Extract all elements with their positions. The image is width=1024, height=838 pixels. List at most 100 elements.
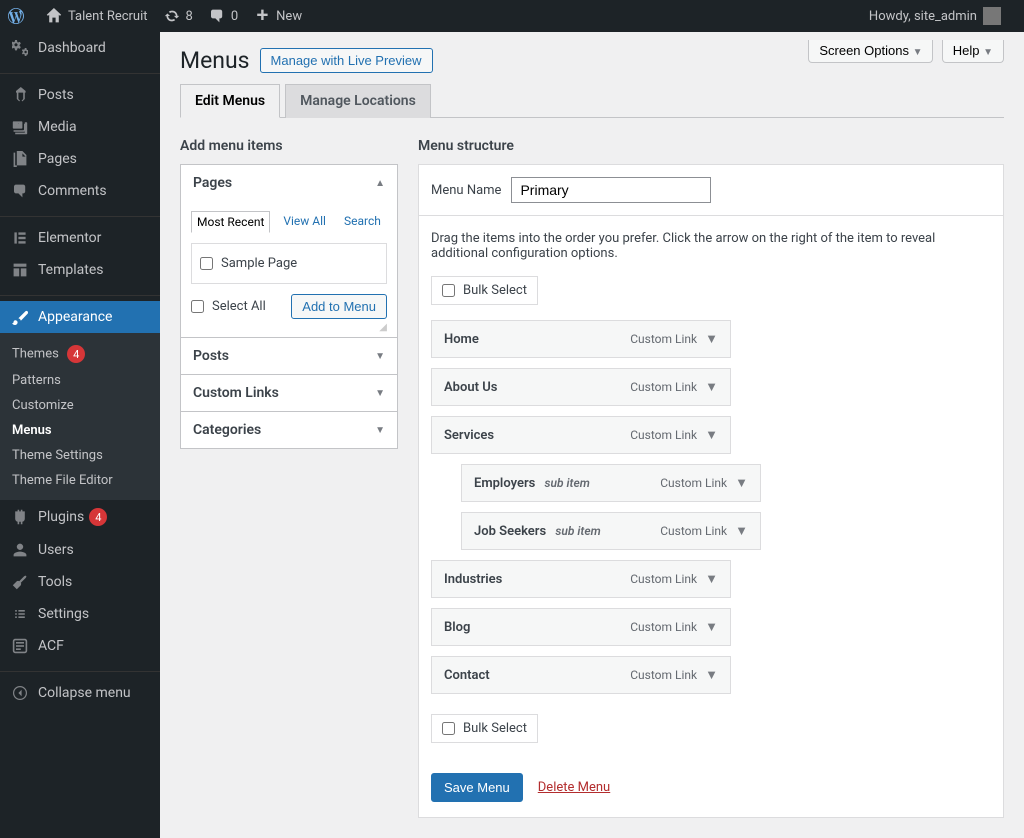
tab-manage-locations[interactable]: Manage Locations [285, 84, 431, 118]
menu-item-blog[interactable]: Blog Custom Link ▼ [431, 608, 731, 646]
main-content: Screen Options ▼ Help ▼ Menus Manage wit… [160, 32, 1024, 838]
menu-plugins[interactable]: Plugins 4 [0, 500, 160, 534]
add-items-accordion: Pages▲ Most Recent View All Search Sampl… [180, 164, 398, 449]
pages-icon [10, 151, 30, 167]
acf-icon [10, 638, 30, 654]
chevron-down-icon[interactable]: ▼ [705, 571, 718, 587]
help-button[interactable]: Help ▼ [942, 40, 1004, 63]
comments-link[interactable]: 0 [201, 0, 246, 32]
select-all-checkbox[interactable] [191, 300, 204, 313]
plugin-icon [10, 509, 30, 525]
settings-icon [10, 606, 30, 622]
submenu-themes[interactable]: Themes 4 [0, 340, 160, 368]
menu-item-about[interactable]: About Us Custom Link ▼ [431, 368, 731, 406]
collapse-menu[interactable]: Collapse menu [0, 677, 160, 709]
submenu-menus[interactable]: Menus [0, 418, 160, 443]
delete-menu-link[interactable]: Delete Menu [538, 780, 610, 795]
bulk-select-top[interactable]: Bulk Select [431, 276, 538, 305]
menu-acf[interactable]: ACF [0, 630, 160, 662]
add-items-heading: Add menu items [180, 138, 398, 154]
select-all[interactable]: Select All [191, 295, 266, 318]
wp-logo[interactable] [0, 0, 38, 32]
menu-pages[interactable]: Pages [0, 143, 160, 175]
menu-media[interactable]: Media [0, 111, 160, 143]
save-menu-button[interactable]: Save Menu [431, 773, 523, 802]
page-title: Menus [180, 47, 250, 74]
submenu-patterns[interactable]: Patterns [0, 368, 160, 393]
new-content-link[interactable]: New [246, 0, 310, 32]
updates-link[interactable]: 8 [156, 0, 201, 32]
menu-item-jobseekers[interactable]: Job Seekers sub item Custom Link ▼ [461, 512, 761, 550]
menu-item-employers[interactable]: Employers sub item Custom Link ▼ [461, 464, 761, 502]
menu-structure-panel: Menu Name Drag the items into the order … [418, 164, 1004, 818]
chevron-down-icon[interactable]: ▼ [705, 619, 718, 635]
dashboard-icon [10, 40, 30, 56]
admin-sidebar: Dashboard Posts Media Pages Comments Ele… [0, 32, 160, 838]
chevron-down-icon: ▼ [983, 47, 993, 58]
menu-appearance[interactable]: Appearance [0, 301, 160, 333]
tab-edit-menus[interactable]: Edit Menus [180, 84, 280, 118]
templates-icon [10, 262, 30, 278]
menu-item-contact[interactable]: Contact Custom Link ▼ [431, 656, 731, 694]
user-icon [10, 542, 30, 558]
menu-comments[interactable]: Comments [0, 175, 160, 207]
page-checkbox[interactable] [200, 257, 213, 270]
accordion-categories[interactable]: Categories▼ [181, 411, 397, 448]
collapse-icon [10, 685, 30, 701]
pin-icon [10, 87, 30, 103]
bulk-select-bottom[interactable]: Bulk Select [431, 714, 538, 743]
menu-name-input[interactable] [511, 177, 711, 203]
menu-templates[interactable]: Templates [0, 254, 160, 286]
menu-settings[interactable]: Settings [0, 598, 160, 630]
menu-item-services[interactable]: Services Custom Link ▼ [431, 416, 731, 454]
nav-tabs: Edit Menus Manage Locations [180, 84, 1004, 118]
chevron-down-icon: ▼ [375, 351, 385, 362]
media-icon [10, 119, 30, 135]
bulk-checkbox[interactable] [442, 284, 455, 297]
chevron-up-icon: ▲ [375, 178, 385, 189]
home-icon [46, 8, 62, 24]
chevron-down-icon[interactable]: ▼ [705, 331, 718, 347]
chevron-down-icon[interactable]: ▼ [735, 475, 748, 491]
submenu-customize[interactable]: Customize [0, 393, 160, 418]
page-item-sample[interactable]: Sample Page [200, 252, 378, 275]
chevron-down-icon[interactable]: ▼ [705, 427, 718, 443]
submenu-theme-editor[interactable]: Theme File Editor [0, 468, 160, 493]
menu-dashboard[interactable]: Dashboard [0, 32, 160, 64]
chevron-down-icon: ▼ [375, 425, 385, 436]
menu-item-industries[interactable]: Industries Custom Link ▼ [431, 560, 731, 598]
admin-topbar: Talent Recruit 8 0 New Howdy, site_admin [0, 0, 1024, 32]
accordion-custom-links[interactable]: Custom Links▼ [181, 374, 397, 411]
menu-posts[interactable]: Posts [0, 79, 160, 111]
submenu-theme-settings[interactable]: Theme Settings [0, 443, 160, 468]
wrench-icon [10, 574, 30, 590]
add-to-menu-button[interactable]: Add to Menu [291, 294, 387, 319]
inner-tab-search[interactable]: Search [339, 211, 386, 233]
inner-tab-recent[interactable]: Most Recent [191, 211, 270, 233]
menu-tools[interactable]: Tools [0, 566, 160, 598]
chevron-down-icon[interactable]: ▼ [735, 523, 748, 539]
accordion-posts[interactable]: Posts▼ [181, 337, 397, 374]
chevron-down-icon: ▼ [375, 388, 385, 399]
menu-users[interactable]: Users [0, 534, 160, 566]
plus-icon [254, 8, 270, 24]
chevron-down-icon: ▼ [913, 47, 923, 58]
live-preview-button[interactable]: Manage with Live Preview [260, 48, 433, 73]
chevron-down-icon[interactable]: ▼ [705, 667, 718, 683]
account-link[interactable]: Howdy, site_admin [861, 0, 1009, 32]
update-icon [164, 8, 180, 24]
comment-icon [209, 8, 225, 24]
menu-item-home[interactable]: Home Custom Link ▼ [431, 320, 731, 358]
site-name-link[interactable]: Talent Recruit [38, 0, 156, 32]
comment-icon [10, 183, 30, 199]
inner-tab-view-all[interactable]: View All [278, 211, 331, 233]
screen-options-button[interactable]: Screen Options ▼ [808, 40, 933, 63]
avatar [983, 7, 1001, 25]
menu-elementor[interactable]: Elementor [0, 222, 160, 254]
bulk-checkbox[interactable] [442, 722, 455, 735]
menu-name-label: Menu Name [431, 183, 501, 198]
chevron-down-icon[interactable]: ▼ [705, 379, 718, 395]
elementor-icon [10, 230, 30, 246]
accordion-pages[interactable]: Pages▲ [181, 165, 397, 201]
resize-handle[interactable] [191, 319, 387, 327]
